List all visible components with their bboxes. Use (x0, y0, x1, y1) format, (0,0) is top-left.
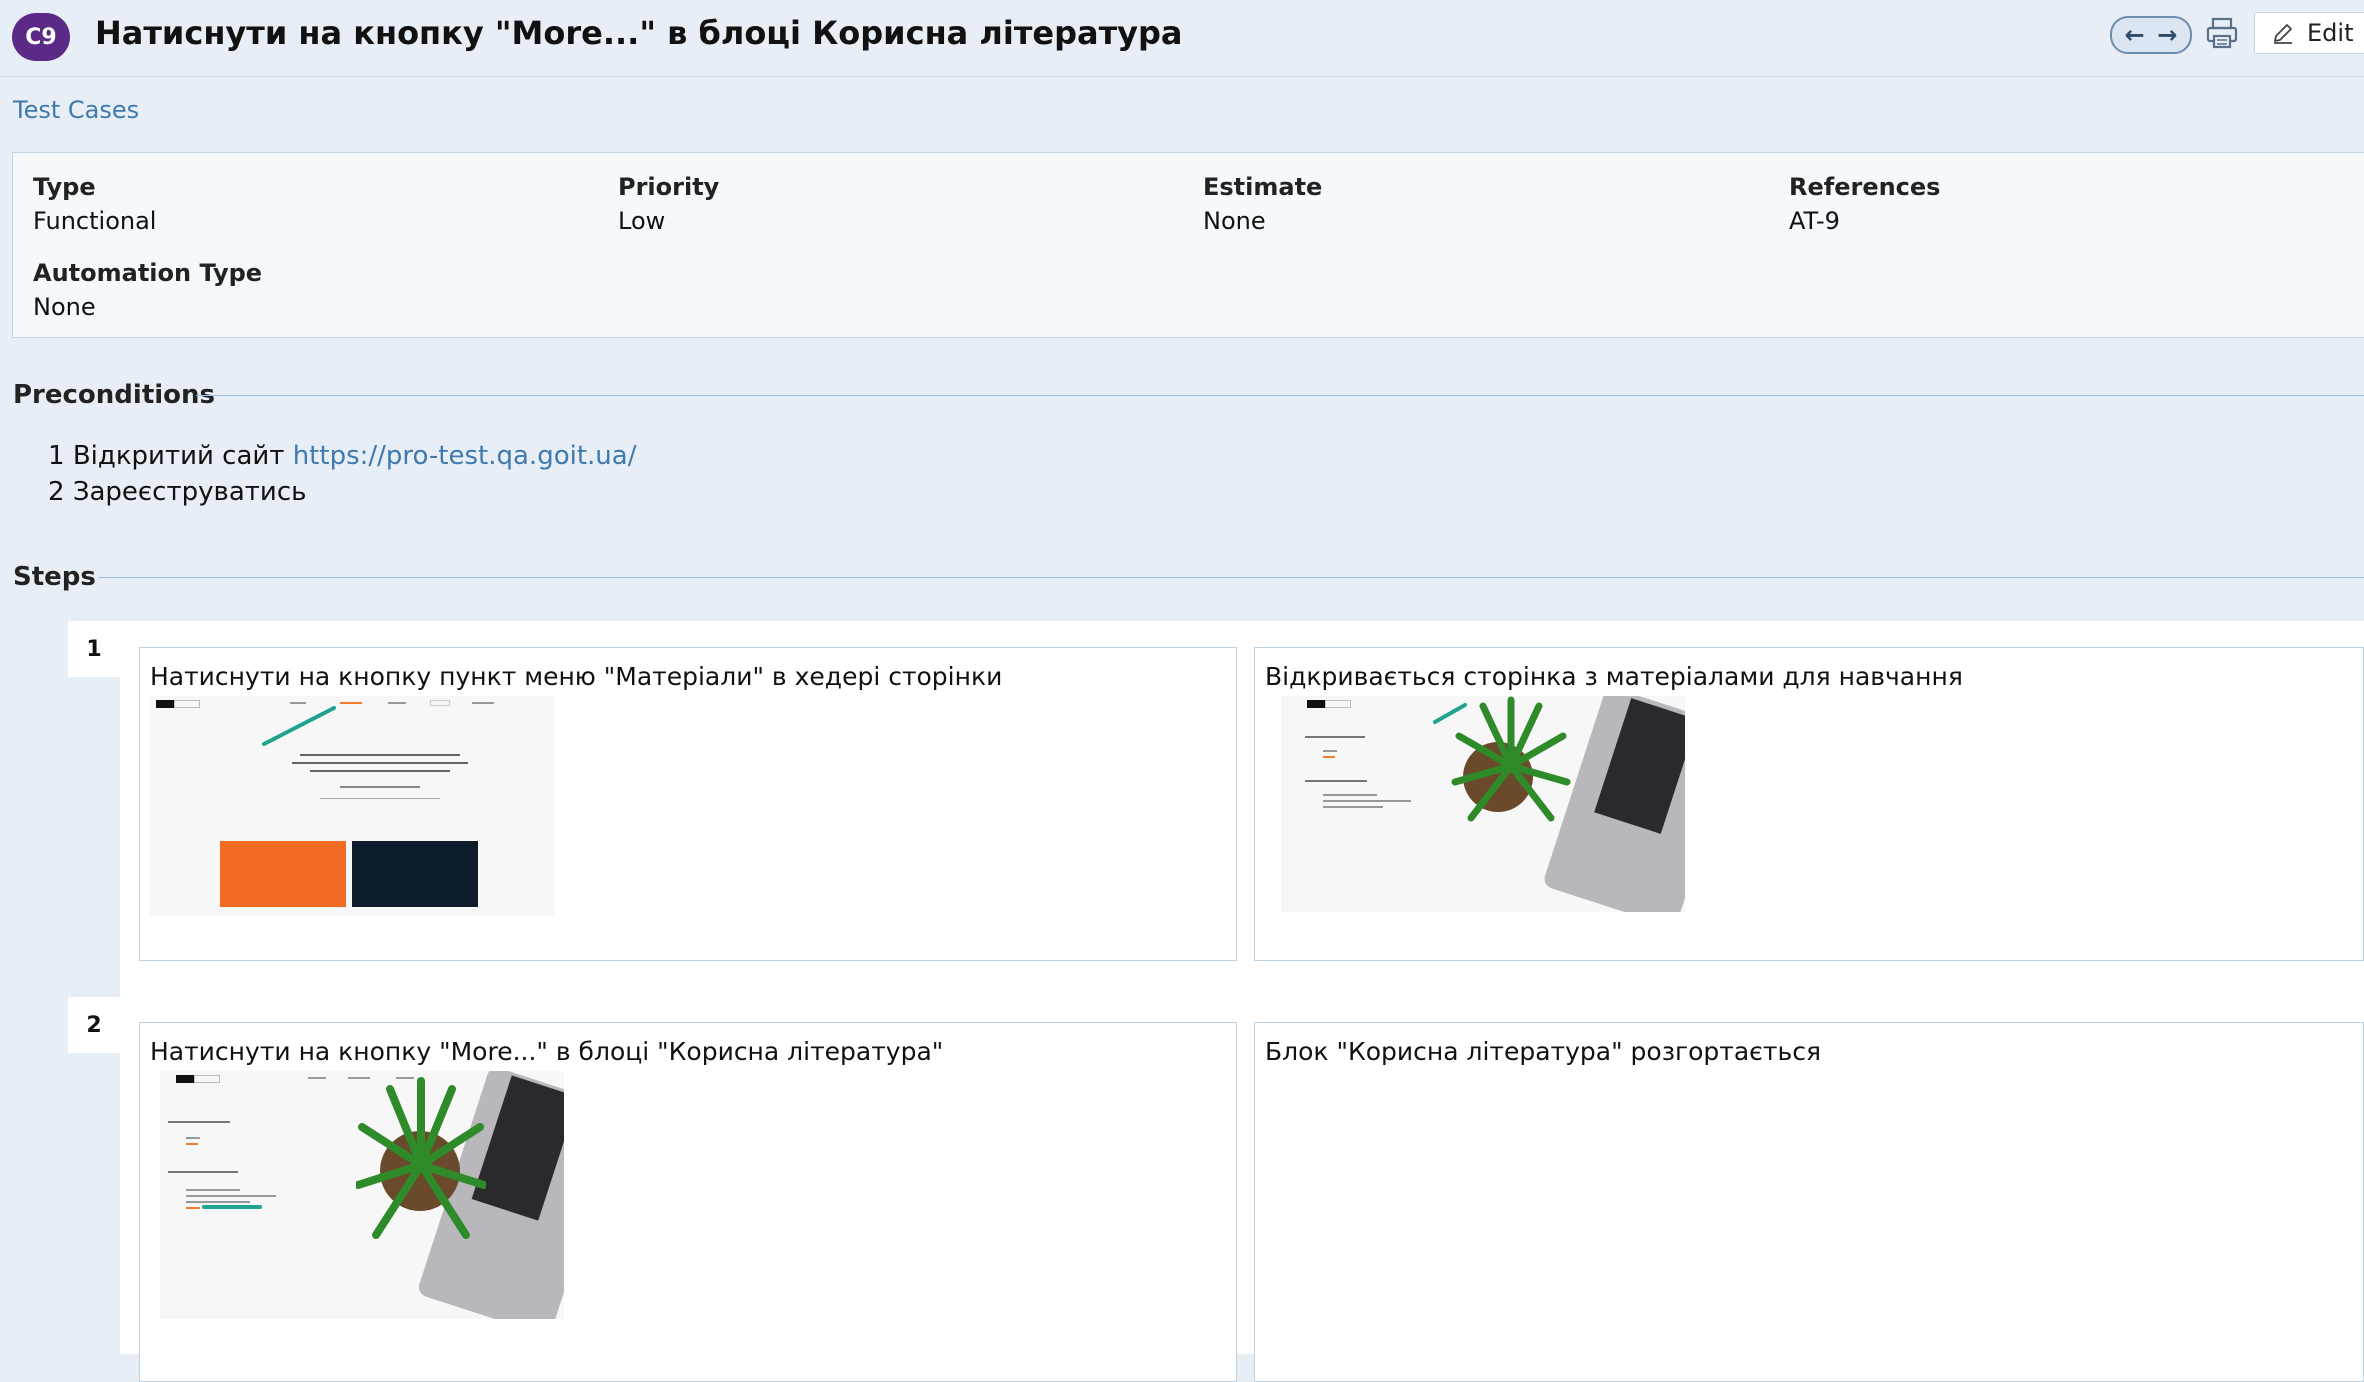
edit-button-label: Edit (2307, 19, 2354, 47)
step-expected-text: Блок "Корисна література" розгортається (1265, 1037, 1821, 1066)
edit-button[interactable]: Edit (2254, 12, 2364, 54)
precondition-text: Відкритий сайт (72, 441, 285, 471)
precondition-item: 2 Зареєструватись (48, 474, 636, 510)
pencil-icon (2274, 24, 2292, 44)
steps-heading: Steps (13, 562, 96, 592)
pointer-arrow-icon (202, 1205, 262, 1209)
field-priority-value: Low (618, 207, 666, 235)
step-number: 2 (68, 997, 120, 1053)
field-automation-type: Automation Type None (33, 259, 262, 321)
step-2-expected: Блок "Корисна література" розгортається (1254, 1022, 2364, 1382)
breadcrumb-test-cases[interactable]: Test Cases (13, 96, 139, 124)
preconditions-divider (196, 395, 2364, 396)
page-title: Натиснути на кнопку "More..." в блоці Ко… (95, 14, 1183, 52)
step-1-screenshot-image[interactable] (150, 696, 554, 916)
step-1-expected-screenshot-image[interactable] (1281, 696, 1685, 912)
page-header: C9 Натиснути на кнопку "More..." в блоці… (0, 0, 2364, 77)
step-number: 1 (68, 621, 120, 677)
field-type: Type Functional (33, 173, 156, 235)
field-automation-type-label: Automation Type (33, 259, 263, 287)
precondition-item: 1 Відкритий сайт https://pro-test.qa.goi… (48, 438, 636, 474)
field-estimate-label: Estimate (1203, 173, 1323, 201)
preconditions-heading: Preconditions (13, 380, 216, 410)
next-case-arrow-icon[interactable]: → (2157, 23, 2177, 47)
step-action-text: Натиснути на кнопку пункт меню "Матеріал… (150, 662, 1003, 691)
precondition-number: 1 (48, 441, 65, 471)
qa-prep-thumb-button (352, 841, 478, 907)
field-references-value[interactable]: AT-9 (1789, 207, 1940, 235)
case-navigation: ← → (2110, 16, 2192, 54)
case-properties-panel: Type Functional Priority Low Estimate No… (12, 152, 2364, 338)
field-estimate: Estimate None (1203, 173, 1322, 235)
pointer-arrow-icon (262, 706, 336, 746)
field-references: References AT-9 (1789, 173, 1940, 235)
field-references-label: References (1789, 173, 1941, 201)
step-2-action: Натиснути на кнопку "More..." в блоці "К… (139, 1022, 1237, 1382)
preconditions-list: 1 Відкритий сайт https://pro-test.qa.goi… (48, 438, 636, 510)
field-estimate-value: None (1203, 207, 1266, 235)
theory-testing-thumb-button (220, 841, 346, 907)
field-type-value: Functional (33, 207, 157, 235)
precondition-text: Зареєструватись (72, 477, 307, 507)
plant-decoration-icon (1451, 696, 1571, 822)
previous-case-arrow-icon[interactable]: ← (2125, 23, 2145, 47)
step-expected-text: Відкривається сторінка з матеріалами для… (1265, 662, 1963, 691)
precondition-link[interactable]: https://pro-test.qa.goit.ua/ (293, 441, 637, 471)
plant-decoration-icon (356, 1077, 486, 1239)
precondition-number: 2 (48, 477, 65, 507)
field-priority: Priority Low (618, 173, 719, 235)
print-icon[interactable] (2205, 16, 2239, 50)
steps-divider (98, 577, 2364, 578)
step-2-screenshot-image[interactable] (160, 1071, 564, 1319)
field-automation-type-value: None (33, 293, 96, 321)
step-1-action: Натиснути на кнопку пункт меню "Матеріал… (139, 647, 1237, 961)
step-1-expected: Відкривається сторінка з матеріалами для… (1254, 647, 2364, 961)
step-action-text: Натиснути на кнопку "More..." в блоці "К… (150, 1037, 944, 1066)
field-type-label: Type (33, 173, 96, 201)
case-id-badge: C9 (12, 13, 70, 61)
field-priority-label: Priority (618, 173, 720, 201)
